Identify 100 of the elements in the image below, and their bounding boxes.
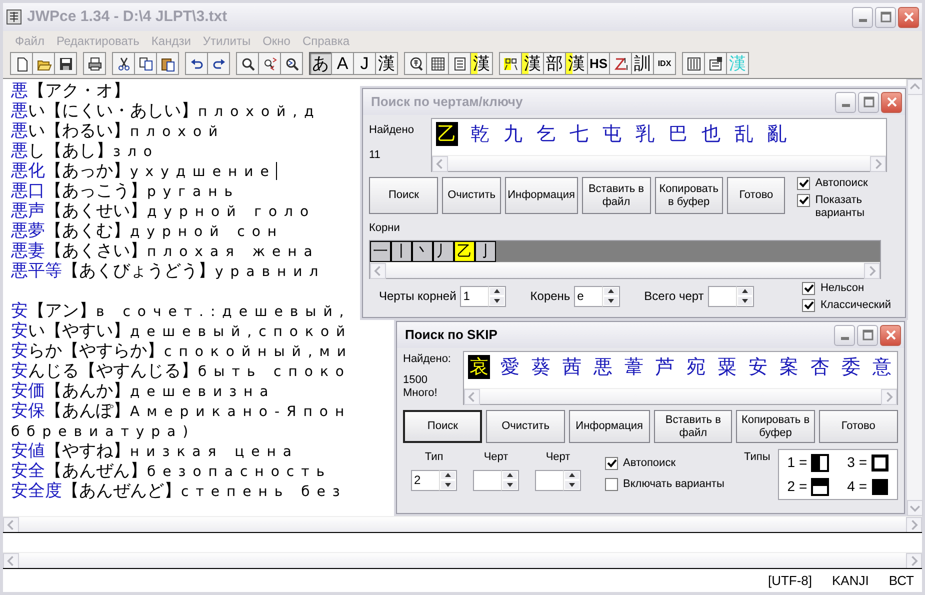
spin-buttons[interactable] <box>602 286 620 306</box>
radical-cell[interactable]: 丿 <box>433 240 454 262</box>
kanji-result[interactable]: 也 <box>700 122 722 146</box>
replace-button[interactable] <box>258 52 281 75</box>
maximize-button[interactable] <box>875 6 896 28</box>
radical-cell[interactable]: 丨 <box>391 240 412 262</box>
cut-button[interactable] <box>112 52 135 75</box>
spin-buttons[interactable] <box>439 470 457 490</box>
toolbar-button[interactable]: 漢 <box>375 52 398 75</box>
dialog-button[interactable]: Готово <box>818 410 898 443</box>
grid-button[interactable] <box>426 52 449 75</box>
toolbar-button[interactable]: 訓 <box>631 52 654 75</box>
kanji-result[interactable]: 巴 <box>667 122 689 146</box>
kanji-result[interactable]: 委 <box>840 355 862 379</box>
checkbox[interactable]: Автопоиск <box>797 177 899 190</box>
text-field[interactable]: 2 <box>411 470 439 490</box>
radical-cell[interactable]: 乙 <box>454 240 475 262</box>
kanji-result[interactable]: 七 <box>568 122 590 146</box>
minimize-button[interactable] <box>834 324 855 346</box>
checkbox[interactable]: Классический <box>802 298 891 312</box>
text-field[interactable] <box>473 470 501 490</box>
kanji-result[interactable]: 悪 <box>592 355 614 379</box>
maximize-button[interactable] <box>857 324 878 346</box>
dialog-button[interactable]: Вставить в файл <box>654 410 732 443</box>
new-file-button[interactable] <box>10 52 33 75</box>
kanji-result[interactable]: 亂 <box>766 122 788 146</box>
spin-buttons[interactable] <box>488 286 506 306</box>
maximize-button[interactable] <box>858 92 879 112</box>
kanji-result[interactable]: 案 <box>778 355 800 379</box>
kanji-result[interactable]: 九 <box>502 122 524 146</box>
toolbar-button[interactable]: A <box>331 52 354 75</box>
properties-button[interactable] <box>704 52 727 75</box>
dialog-button[interactable]: Копировать в буфер <box>736 410 815 443</box>
horizontal-scrollbar[interactable] <box>3 516 922 532</box>
kanji-result[interactable]: 宛 <box>685 355 707 379</box>
checkbox[interactable]: Нельсон <box>802 282 891 294</box>
kanji-result[interactable]: 乳 <box>634 122 656 146</box>
minimize-button[interactable] <box>835 92 856 112</box>
toolbar-button[interactable]: IDX <box>653 52 676 75</box>
radical-cell[interactable]: 一 <box>370 240 391 262</box>
minimize-button[interactable] <box>852 6 873 28</box>
undo-button[interactable] <box>185 52 208 75</box>
scroll-arrow-button[interactable] <box>3 517 19 533</box>
dialog-button[interactable]: Вставить в файл <box>582 177 651 214</box>
dialog-button[interactable]: Очистить <box>442 177 501 214</box>
kanji-result[interactable]: 乞 <box>535 122 557 146</box>
close-button[interactable] <box>898 6 919 28</box>
kanji-result[interactable]: 乱 <box>733 122 755 146</box>
dialog-button[interactable]: Готово <box>727 177 786 214</box>
stroke-order-button[interactable] <box>609 52 632 75</box>
spin-buttons[interactable] <box>501 470 519 490</box>
dialog-button[interactable]: Поиск <box>403 410 482 443</box>
folder-button[interactable] <box>32 52 55 75</box>
kanji-result[interactable]: 愛 <box>499 355 521 379</box>
kanji-result[interactable]: 芦 <box>654 355 676 379</box>
toolbar-button[interactable]: HS <box>587 52 610 75</box>
radical-cell[interactable]: 丶 <box>412 240 433 262</box>
checkbox[interactable]: Включать варианты <box>605 478 724 491</box>
spin-buttons[interactable] <box>736 286 754 306</box>
kanji-result[interactable]: 杏 <box>809 355 831 379</box>
horizontal-scrollbar[interactable] <box>3 552 922 568</box>
kanji-result[interactable]: 意 <box>871 355 893 379</box>
dialog-button[interactable]: Копировать в буфер <box>654 177 724 214</box>
kanji-result[interactable]: 哀 <box>468 355 490 379</box>
checkbox[interactable]: Показать варианты <box>797 194 899 220</box>
scroll-arrow-button[interactable] <box>3 553 19 569</box>
kanji-result[interactable]: 粟 <box>716 355 738 379</box>
kanji-result[interactable]: 葵 <box>530 355 552 379</box>
magnifier-button[interactable] <box>404 52 427 75</box>
printer-button[interactable] <box>83 52 106 75</box>
save-button[interactable] <box>54 52 77 75</box>
columns-button[interactable] <box>682 52 705 75</box>
dialog-button[interactable]: Информация <box>504 177 578 214</box>
search-button[interactable] <box>236 52 259 75</box>
kanji-result[interactable]: 葦 <box>623 355 645 379</box>
toolbar-button[interactable]: あ <box>309 52 332 75</box>
scroll-arrow-button[interactable] <box>906 517 922 533</box>
kanji-result[interactable]: 安 <box>747 355 769 379</box>
kanji-result[interactable]: 茜 <box>561 355 583 379</box>
close-button[interactable] <box>880 324 901 346</box>
radical-button[interactable] <box>499 52 522 75</box>
redo-button[interactable] <box>207 52 230 75</box>
toolbar-button[interactable]: 部 <box>543 52 566 75</box>
radical-cell[interactable]: 亅 <box>475 240 496 262</box>
text-field[interactable] <box>535 470 563 490</box>
scroll-arrow-button[interactable] <box>906 553 922 569</box>
paste-button[interactable] <box>156 52 179 75</box>
dialog-button[interactable]: Очистить <box>486 410 565 443</box>
text-field[interactable] <box>708 286 736 306</box>
text-field[interactable]: e <box>574 286 602 306</box>
dialog-button[interactable]: Поиск <box>369 177 438 214</box>
search-again-button[interactable] <box>280 52 303 75</box>
toolbar-button[interactable]: J <box>353 52 376 75</box>
document-button[interactable] <box>448 52 471 75</box>
spin-buttons[interactable] <box>563 470 581 490</box>
close-button[interactable] <box>881 92 902 112</box>
kanji-result[interactable]: 屯 <box>601 122 623 146</box>
copy-button[interactable] <box>134 52 157 75</box>
kanji-result[interactable]: 乙 <box>436 122 458 146</box>
dialog-button[interactable]: Информация <box>568 410 650 443</box>
